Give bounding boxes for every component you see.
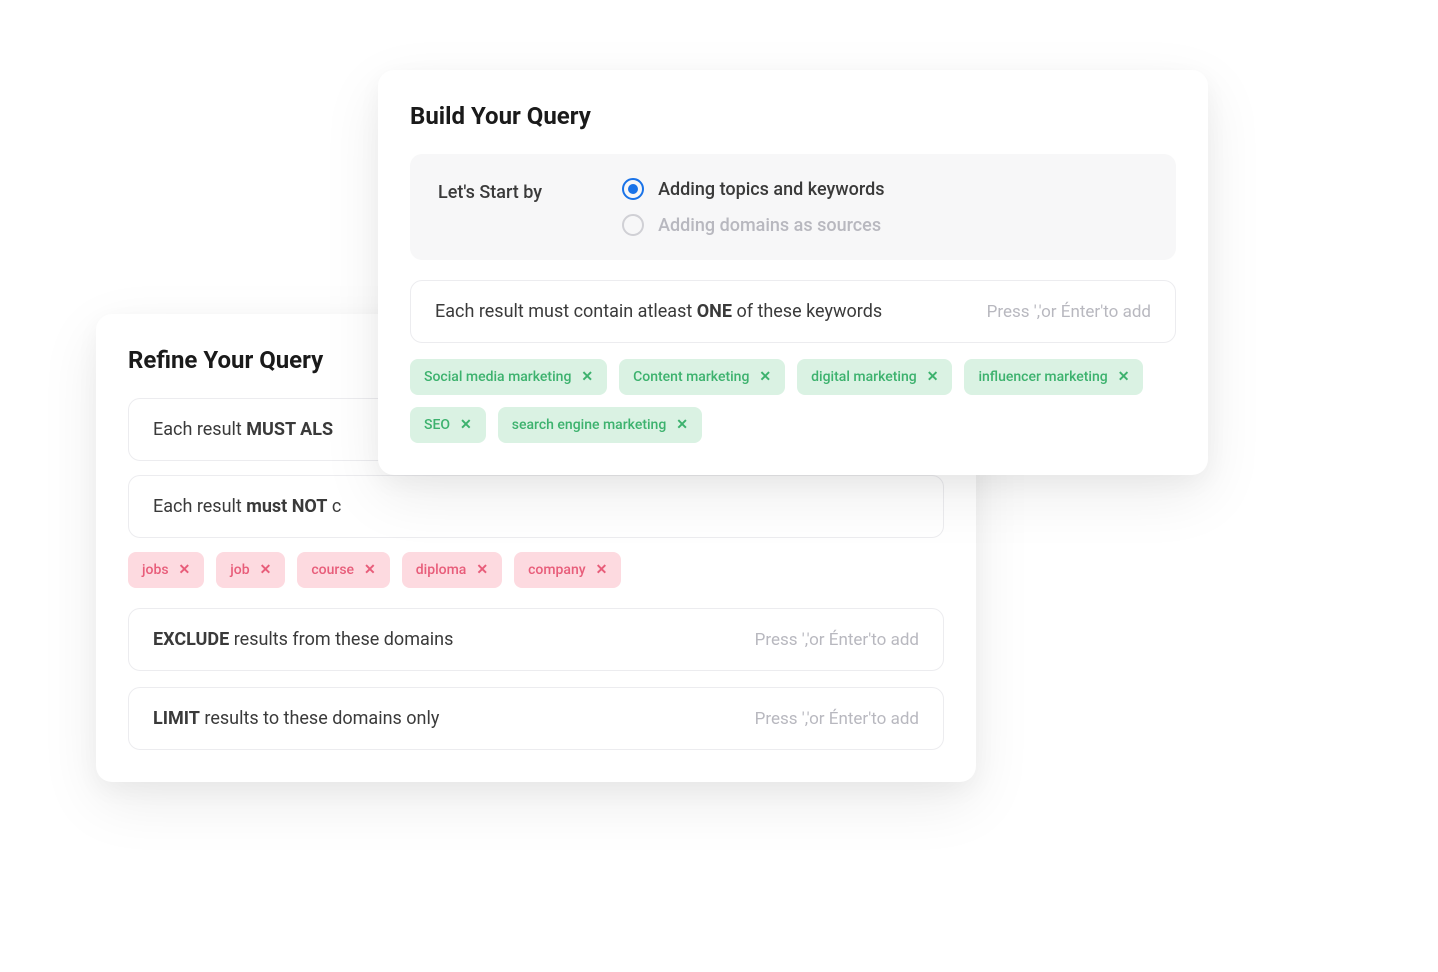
start-radio-group: Adding topics and keywords Adding domain… [622,178,884,236]
close-icon[interactable]: ✕ [364,563,376,577]
exclude-label: EXCLUDE results from these domains [153,629,453,650]
keywords-placeholder: Press ','or Énter'to add [987,302,1151,322]
radio-label: Adding topics and keywords [658,179,884,200]
exclude-domains-row[interactable]: EXCLUDE results from these domains Press… [128,608,944,671]
limit-placeholder: Press ','or Énter'to add [755,709,919,729]
radio-icon [622,214,644,236]
tag-not-item[interactable]: job✕ [216,552,285,588]
tag-keyword-item[interactable]: influencer marketing✕ [964,359,1143,395]
radio-label: Adding domains as sources [658,215,881,236]
tag-keyword-item[interactable]: Social media marketing✕ [410,359,607,395]
keywords-input-row[interactable]: Each result must contain atleast ONE of … [410,280,1176,343]
close-icon[interactable]: ✕ [927,370,939,384]
keyword-tags: Social media marketing✕ Content marketin… [410,359,1176,443]
build-title: Build Your Query [410,102,1176,130]
start-by-panel: Let's Start by Adding topics and keyword… [410,154,1176,260]
close-icon[interactable]: ✕ [596,563,608,577]
close-icon[interactable]: ✕ [179,563,191,577]
radio-topics-keywords[interactable]: Adding topics and keywords [622,178,884,200]
tag-not-item[interactable]: diploma✕ [402,552,502,588]
close-icon[interactable]: ✕ [1118,370,1130,384]
must-not-row[interactable]: Each result must NOT c [128,475,944,538]
start-by-label: Let's Start by [438,178,542,203]
keywords-label: Each result must contain atleast ONE of … [435,301,882,322]
exclude-placeholder: Press ','or Énter'to add [755,630,919,650]
tag-keyword-item[interactable]: SEO✕ [410,407,486,443]
close-icon[interactable]: ✕ [460,418,472,432]
limit-domains-row[interactable]: LIMIT results to these domains only Pres… [128,687,944,750]
must-not-label: Each result must NOT c [153,496,341,517]
tag-keyword-item[interactable]: digital marketing✕ [797,359,952,395]
close-icon[interactable]: ✕ [476,563,488,577]
tag-keyword-item[interactable]: Content marketing✕ [619,359,785,395]
must-also-label: Each result MUST ALS [153,419,333,440]
tag-not-item[interactable]: course✕ [297,552,389,588]
close-icon[interactable]: ✕ [581,370,593,384]
close-icon[interactable]: ✕ [759,370,771,384]
radio-icon [622,178,644,200]
close-icon[interactable]: ✕ [676,418,688,432]
build-query-card: Build Your Query Let's Start by Adding t… [378,70,1208,475]
close-icon[interactable]: ✕ [260,563,272,577]
tag-keyword-item[interactable]: search engine marketing✕ [498,407,702,443]
radio-domains-sources[interactable]: Adding domains as sources [622,214,884,236]
tag-not-item[interactable]: company✕ [514,552,621,588]
limit-label: LIMIT results to these domains only [153,708,439,729]
tag-not-item[interactable]: jobs✕ [128,552,204,588]
must-not-tags: jobs✕ job✕ course✕ diploma✕ company✕ [128,552,944,588]
